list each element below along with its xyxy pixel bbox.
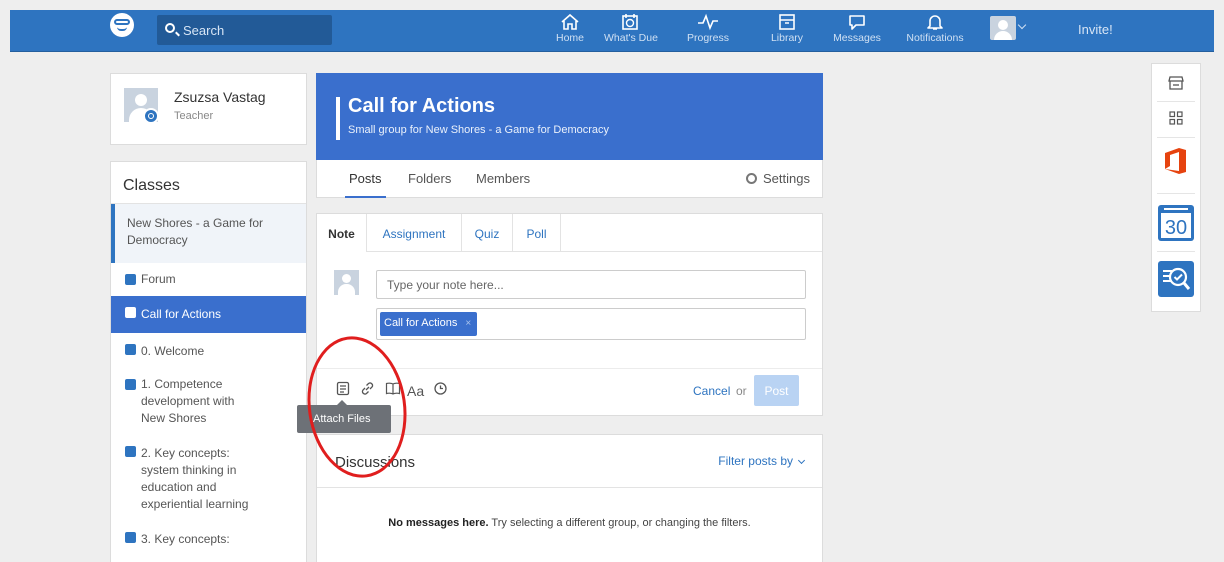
profile-card: Zsuzsa Vastag Teacher <box>110 73 307 145</box>
pulse-icon <box>698 13 718 31</box>
composer-tabs: Note Assignment Quiz Poll <box>317 214 822 252</box>
close-icon[interactable]: × <box>465 318 471 329</box>
search-check-icon[interactable] <box>1152 257 1200 302</box>
class-item-active[interactable]: Call for Actions <box>111 296 306 333</box>
user-avatar[interactable] <box>990 16 1016 40</box>
recipient-chip: Call for Actions × <box>380 312 478 336</box>
tab-members[interactable]: Members <box>476 171 530 186</box>
group-square-icon <box>125 379 136 390</box>
apps-grid-icon[interactable] <box>1152 111 1200 128</box>
group-square-icon <box>125 532 136 543</box>
tab-posts[interactable]: Posts <box>345 171 385 198</box>
composer-avatar <box>334 270 359 295</box>
classes-title: Classes <box>111 162 306 204</box>
chevron-down-icon <box>797 456 806 465</box>
class-item[interactable]: 3. Key concepts: <box>111 521 306 556</box>
nav-whats-due[interactable]: What's Due <box>604 10 658 52</box>
group-square-icon <box>125 344 136 355</box>
calendar-check-icon <box>622 14 638 30</box>
group-header: Call for Actions Small group for New Sho… <box>316 73 823 160</box>
group-square-icon <box>125 274 136 285</box>
cancel-button[interactable]: Cancel <box>693 384 730 398</box>
class-item[interactable]: 1. Competence development with New Shore… <box>111 368 306 435</box>
filter-posts-dropdown[interactable]: Filter posts by <box>718 454 806 468</box>
svg-text:30: 30 <box>1165 217 1187 239</box>
store-icon[interactable] <box>1152 76 1200 93</box>
nav-progress[interactable]: Progress <box>684 10 732 52</box>
nav-library[interactable]: Library <box>770 10 804 52</box>
camera-icon[interactable] <box>143 108 159 124</box>
bell-icon <box>927 15 943 30</box>
tab-note[interactable]: Note <box>317 214 367 252</box>
invite-link[interactable]: Invite! <box>1078 22 1113 37</box>
office-icon[interactable] <box>1152 146 1200 179</box>
apps-sidebar: 30 <box>1151 63 1201 312</box>
class-item[interactable]: Forum <box>111 263 306 296</box>
empty-message: No messages here. Try selecting a differ… <box>388 517 751 529</box>
tab-assignment[interactable]: Assignment <box>367 214 462 252</box>
group-title: Call for Actions <box>348 95 496 117</box>
or-text: or <box>736 384 747 398</box>
nav-messages[interactable]: Messages <box>832 10 882 52</box>
search-box[interactable] <box>157 15 332 45</box>
group-square-icon <box>125 446 136 457</box>
nav-library-label: Library <box>770 32 804 44</box>
text-format-icon[interactable]: Aa <box>407 383 424 399</box>
chevron-down-icon[interactable] <box>1017 20 1027 30</box>
calendar-30-icon[interactable]: 30 <box>1152 201 1200 246</box>
profile-name[interactable]: Zsuzsa Vastag <box>174 89 266 105</box>
nav-notifications-label: Notifications <box>906 32 964 44</box>
top-navbar: Home What's Due Progress Library Message… <box>10 10 1214 52</box>
search-icon <box>165 23 175 33</box>
note-input[interactable] <box>376 270 806 299</box>
edmodo-logo-icon[interactable] <box>110 13 134 37</box>
class-item[interactable]: 2. Key concepts: system thinking in educ… <box>111 435 306 521</box>
tab-folders[interactable]: Folders <box>408 171 451 186</box>
nav-notifications[interactable]: Notifications <box>903 10 967 52</box>
gear-icon <box>746 173 758 184</box>
nav-home[interactable]: Home <box>555 10 585 52</box>
nav-whats-due-label: What's Due <box>604 32 658 44</box>
recipients-field[interactable]: Call for Actions × <box>376 308 806 340</box>
nav-progress-label: Progress <box>686 32 729 44</box>
nav-home-label: Home <box>555 32 584 44</box>
group-square-icon <box>125 307 136 318</box>
tab-quiz[interactable]: Quiz <box>462 214 513 252</box>
clock-icon[interactable] <box>433 381 448 399</box>
profile-role: Teacher <box>174 110 214 122</box>
classes-panel: Classes New Shores - a Game for Democrac… <box>110 161 307 562</box>
speech-bubble-icon <box>849 15 865 30</box>
class-item[interactable]: 0. Welcome <box>111 333 306 368</box>
group-subtitle: Small group for New Shores - a Game for … <box>348 124 610 136</box>
nav-messages-label: Messages <box>833 32 881 44</box>
settings-button[interactable]: Settings <box>746 171 810 186</box>
post-button[interactable]: Post <box>754 375 799 406</box>
search-input[interactable] <box>183 21 323 39</box>
library-icon <box>779 14 795 30</box>
class-item-parent[interactable]: New Shores - a Game for Democracy <box>111 204 306 263</box>
home-icon <box>561 13 579 30</box>
group-tabs: Posts Folders Members Settings <box>316 160 823 198</box>
tab-poll[interactable]: Poll <box>513 214 561 252</box>
